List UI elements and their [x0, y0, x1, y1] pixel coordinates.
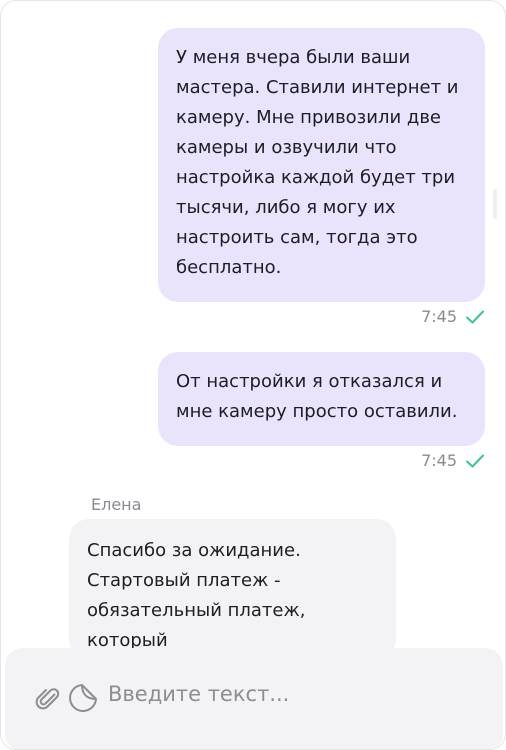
- message-meta: 7:45: [421, 307, 485, 326]
- message-text: От настройки я отказался и мне камеру пр…: [176, 371, 458, 422]
- message-input[interactable]: Введите текст...: [108, 682, 289, 706]
- delivered-check-icon: [466, 310, 484, 323]
- chat-window: У меня вчера были ваши мастера. Ставили …: [0, 0, 506, 750]
- message-composer: Введите текст...: [5, 648, 503, 749]
- scrollbar[interactable]: [493, 189, 497, 219]
- sticker-icon: [69, 684, 97, 712]
- delivered-check-icon: [466, 454, 484, 467]
- sticker-button[interactable]: [67, 682, 99, 714]
- incoming-message[interactable]: Спасибо за ожидание. Стартовый платеж - …: [69, 519, 396, 659]
- message-time: 7:45: [421, 307, 457, 326]
- message-time: 7:45: [421, 451, 457, 470]
- message-text: У меня вчера были ваши мастера. Ставили …: [176, 47, 459, 278]
- attach-button[interactable]: [33, 683, 65, 715]
- outgoing-message[interactable]: От настройки я отказался и мне камеру пр…: [158, 352, 485, 446]
- outgoing-message[interactable]: У меня вчера были ваши мастера. Ставили …: [158, 28, 485, 302]
- message-meta: 7:45: [421, 451, 485, 470]
- paperclip-icon: [35, 688, 60, 710]
- sender-name: Елена: [91, 495, 142, 514]
- message-text: Спасибо за ожидание. Стартовый платеж - …: [87, 540, 306, 651]
